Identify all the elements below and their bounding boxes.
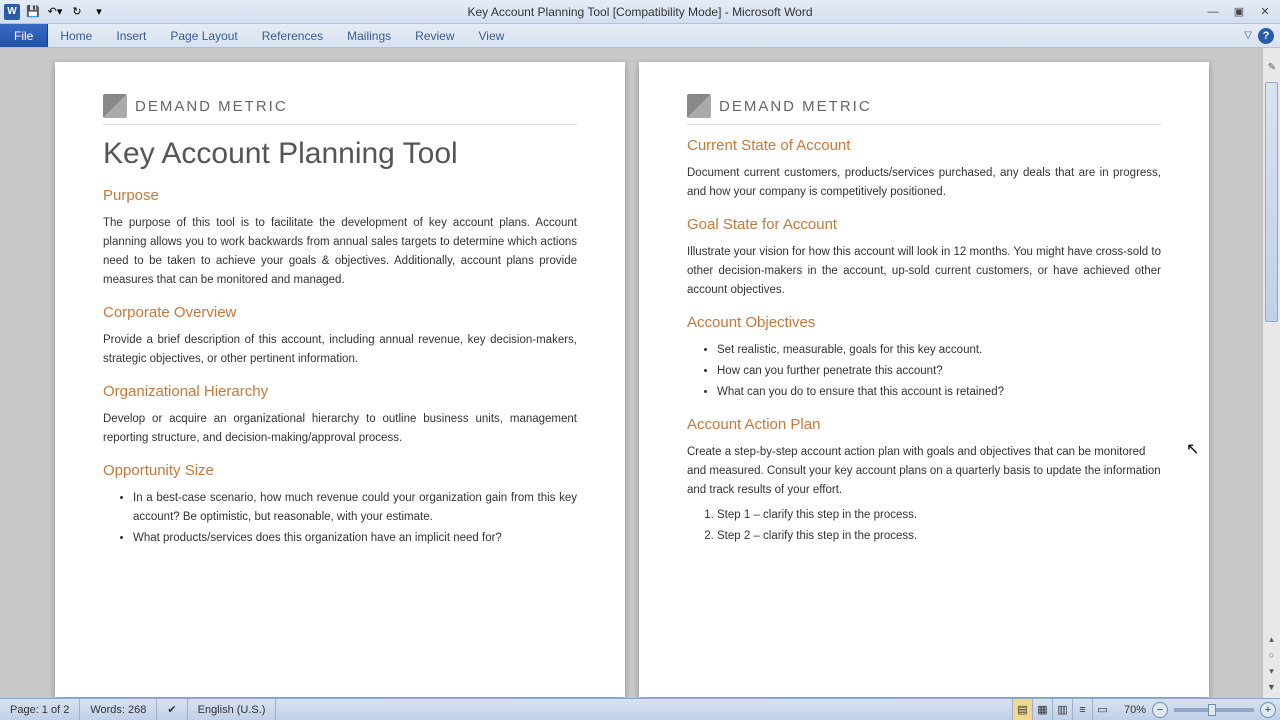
body-text: Illustrate your vision for how this acco… [687,243,1161,300]
vertical-scrollbar[interactable]: ✎ ▲ ▴ ○ ▾ ▼ [1262,48,1280,698]
ribbon: File Home Insert Page Layout References … [0,24,1280,48]
zoom-slider-handle[interactable] [1208,704,1216,716]
logo-text: DEMAND METRIC [719,98,872,115]
list-item: In a best-case scenario, how much revenu… [133,489,577,527]
list-item: Set realistic, measurable, goals for thi… [717,341,1161,360]
section-heading: Corporate Overview [103,304,577,321]
body-text: The purpose of this tool is to facilitat… [103,214,577,290]
tab-page-layout[interactable]: Page Layout [158,24,249,47]
list-item: Step 2 – clarify this step in the proces… [717,527,1161,546]
file-tab[interactable]: File [0,24,48,47]
close-button[interactable]: ✕ [1254,4,1276,20]
logo-text: DEMAND METRIC [135,98,288,115]
view-full-screen-button[interactable]: ▦ [1032,699,1052,720]
selection-browser-icon[interactable]: ✎ [1265,62,1279,76]
maximize-button[interactable]: ▣ [1228,4,1250,20]
status-language[interactable]: English (U.S.) [188,699,277,720]
logo: DEMAND METRIC [103,94,577,125]
help-icon[interactable]: ? [1258,28,1274,44]
status-page[interactable]: Page: 1 of 2 [0,699,80,720]
save-icon[interactable]: 💾 [24,3,42,21]
zoom-in-button[interactable]: + [1260,702,1276,718]
logo-mark-icon [103,94,127,118]
zoom-out-button[interactable]: − [1152,702,1168,718]
logo-mark-icon [687,94,711,118]
browse-object-button[interactable]: ○ [1263,650,1280,666]
document-page-1[interactable]: DEMAND METRIC Key Account Planning Tool … [55,62,625,697]
section-heading: Opportunity Size [103,462,577,479]
section-heading: Account Objectives [687,314,1161,331]
list-item: How can you further penetrate this accou… [717,362,1161,381]
document-title: Key Account Planning Tool [103,137,577,171]
window-title: Key Account Planning Tool [Compatibility… [467,5,812,19]
tab-review[interactable]: Review [403,24,466,47]
window-controls: — ▣ ✕ [1202,4,1280,20]
document-page-2[interactable]: DEMAND METRIC Current State of Account D… [639,62,1209,697]
body-text: Develop or acquire an organizational hie… [103,410,577,448]
section-heading: Account Action Plan [687,416,1161,433]
redo-icon[interactable]: ↻ [68,3,86,21]
list-item: What products/services does this organiz… [133,529,577,548]
document-area[interactable]: DEMAND METRIC Key Account Planning Tool … [0,48,1280,698]
ribbon-minimize-icon[interactable]: ▽ [1244,30,1252,41]
scroll-down-button[interactable]: ▼ [1263,682,1280,698]
tab-references[interactable]: References [250,24,335,47]
body-text: Provide a brief description of this acco… [103,331,577,369]
zoom-level[interactable]: 70% [1118,704,1152,716]
section-heading: Goal State for Account [687,216,1161,233]
title-bar: W 💾 ↶▾ ↻ ▾ Key Account Planning Tool [Co… [0,0,1280,24]
tab-home[interactable]: Home [48,24,104,47]
section-heading: Purpose [103,187,577,204]
scroll-thumb[interactable] [1265,82,1278,322]
logo: DEMAND METRIC [687,94,1161,125]
quick-access-toolbar: W 💾 ↶▾ ↻ ▾ [0,3,108,21]
list-item: What can you do to ensure that this acco… [717,383,1161,402]
scroll-next-page-button[interactable]: ▾ [1263,666,1280,682]
tab-insert[interactable]: Insert [104,24,158,47]
list-item: Step 1 – clarify this step in the proces… [717,506,1161,525]
view-print-layout-button[interactable]: ▤ [1012,699,1032,720]
qat-customize-icon[interactable]: ▾ [90,3,108,21]
view-outline-button[interactable]: ≡ [1072,699,1092,720]
tab-view[interactable]: View [467,24,517,47]
zoom-slider[interactable] [1174,708,1254,712]
section-heading: Organizational Hierarchy [103,383,577,400]
section-heading: Current State of Account [687,137,1161,154]
view-draft-button[interactable]: ▭ [1092,699,1112,720]
body-text: Create a step-by-step account action pla… [687,443,1161,500]
undo-icon[interactable]: ↶▾ [46,3,64,21]
view-web-layout-button[interactable]: ▥ [1052,699,1072,720]
status-bar: Page: 1 of 2 Words: 268 ✔ English (U.S.)… [0,698,1280,720]
tab-mailings[interactable]: Mailings [335,24,403,47]
status-proofing-icon[interactable]: ✔ [157,699,187,720]
scroll-prev-page-button[interactable]: ▴ [1263,634,1280,650]
word-app-icon[interactable]: W [4,4,20,20]
body-text: Document current customers, products/ser… [687,164,1161,202]
status-words[interactable]: Words: 268 [80,699,157,720]
minimize-button[interactable]: — [1202,4,1224,20]
scroll-track[interactable] [1263,80,1280,634]
